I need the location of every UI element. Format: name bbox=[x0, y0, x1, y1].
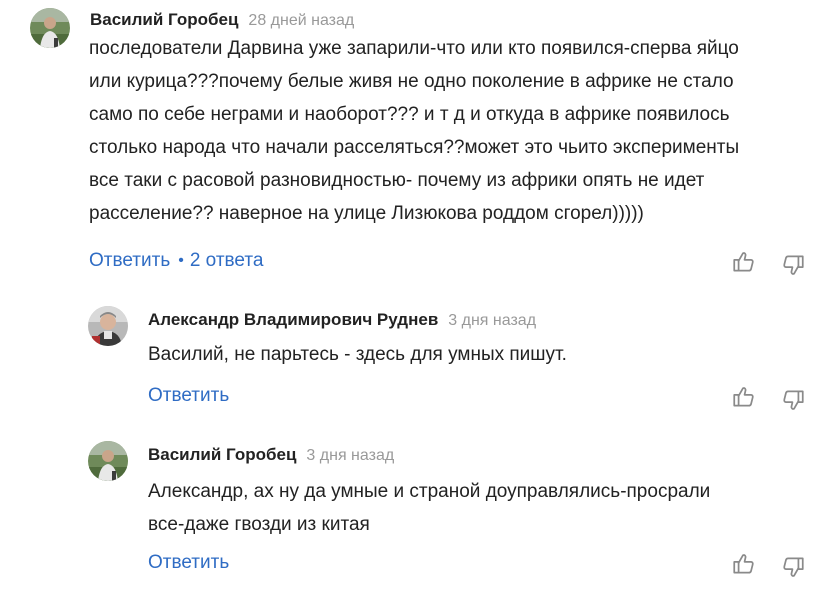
comment-line: Василий, не парьтесь - здесь для умных п… bbox=[148, 344, 567, 365]
comment-actions: Ответить • 2 ответа bbox=[89, 249, 263, 274]
timestamp: 28 дней назад bbox=[248, 12, 355, 29]
like-button[interactable] bbox=[731, 249, 757, 275]
comment-text: Василий, не парьтесь - здесь для умных п… bbox=[148, 338, 567, 371]
avatar[interactable] bbox=[30, 8, 70, 48]
show-replies-link[interactable]: 2 ответа bbox=[190, 250, 264, 271]
comment-header: Александр Владимирович Руднев 3 дня назад bbox=[148, 308, 536, 332]
comment-text: последователи Дарвина уже запарили-что и… bbox=[89, 32, 739, 230]
comment-line: расселение?? наверное на улице Лизюкова … bbox=[89, 203, 644, 224]
comment-line: все-даже гвозди из китая bbox=[148, 514, 370, 535]
comment-header: Василий Горобец 3 дня назад bbox=[148, 443, 394, 467]
thumbs-down-icon bbox=[783, 255, 804, 275]
dislike-button[interactable] bbox=[780, 554, 806, 580]
reply-button[interactable]: Ответить bbox=[148, 552, 229, 573]
reply-comment: Василий Горобец 3 дня назад Александр, ах… bbox=[88, 441, 828, 586]
timestamp: 3 дня назад bbox=[448, 312, 537, 329]
comment-line: последователи Дарвина уже запарили-что и… bbox=[89, 38, 739, 59]
comment-main: Василий Горобец 28 дней назад последовате… bbox=[30, 8, 830, 278]
separator: • bbox=[178, 252, 184, 269]
thumbs-down-icon bbox=[783, 390, 804, 410]
author-name[interactable]: Василий Горобец bbox=[90, 10, 238, 29]
thumbs-up-icon bbox=[733, 252, 754, 272]
dislike-button[interactable] bbox=[780, 387, 806, 413]
avatar[interactable] bbox=[88, 306, 128, 346]
comment-text: Александр, ах ну да умные и страной доуп… bbox=[148, 475, 710, 541]
comment-header: Василий Горобец 28 дней назад bbox=[90, 8, 354, 32]
reply-button[interactable]: Ответить bbox=[89, 250, 170, 271]
author-name[interactable]: Александр Владимирович Руднев bbox=[148, 310, 438, 329]
comment-line: само по себе неграми и наоборот??? и т д… bbox=[89, 104, 730, 125]
timestamp: 3 дня назад bbox=[306, 447, 395, 464]
reply-button[interactable]: Ответить bbox=[148, 385, 229, 406]
author-name[interactable]: Василий Горобец bbox=[148, 445, 296, 464]
comment-line: все таки с расовой разновидностью- почем… bbox=[89, 170, 705, 191]
comment-line: Александр, ах ну да умные и страной доуп… bbox=[148, 481, 711, 502]
thumbs-up-icon bbox=[733, 554, 754, 574]
thumbs-up-icon bbox=[733, 387, 754, 407]
like-button[interactable] bbox=[731, 384, 757, 410]
comment-line: или курица???почему белые живя не одно п… bbox=[89, 71, 734, 92]
reply-comment: Александр Владимирович Руднев 3 дня назад… bbox=[88, 306, 828, 416]
comment-actions: Ответить bbox=[148, 551, 229, 575]
avatar[interactable] bbox=[88, 441, 128, 481]
dislike-button[interactable] bbox=[780, 252, 806, 278]
comment-line: столько народа что начали расселяться??м… bbox=[89, 137, 740, 158]
comment-actions: Ответить bbox=[148, 384, 229, 408]
thumbs-down-icon bbox=[783, 557, 804, 577]
like-button[interactable] bbox=[731, 551, 757, 577]
